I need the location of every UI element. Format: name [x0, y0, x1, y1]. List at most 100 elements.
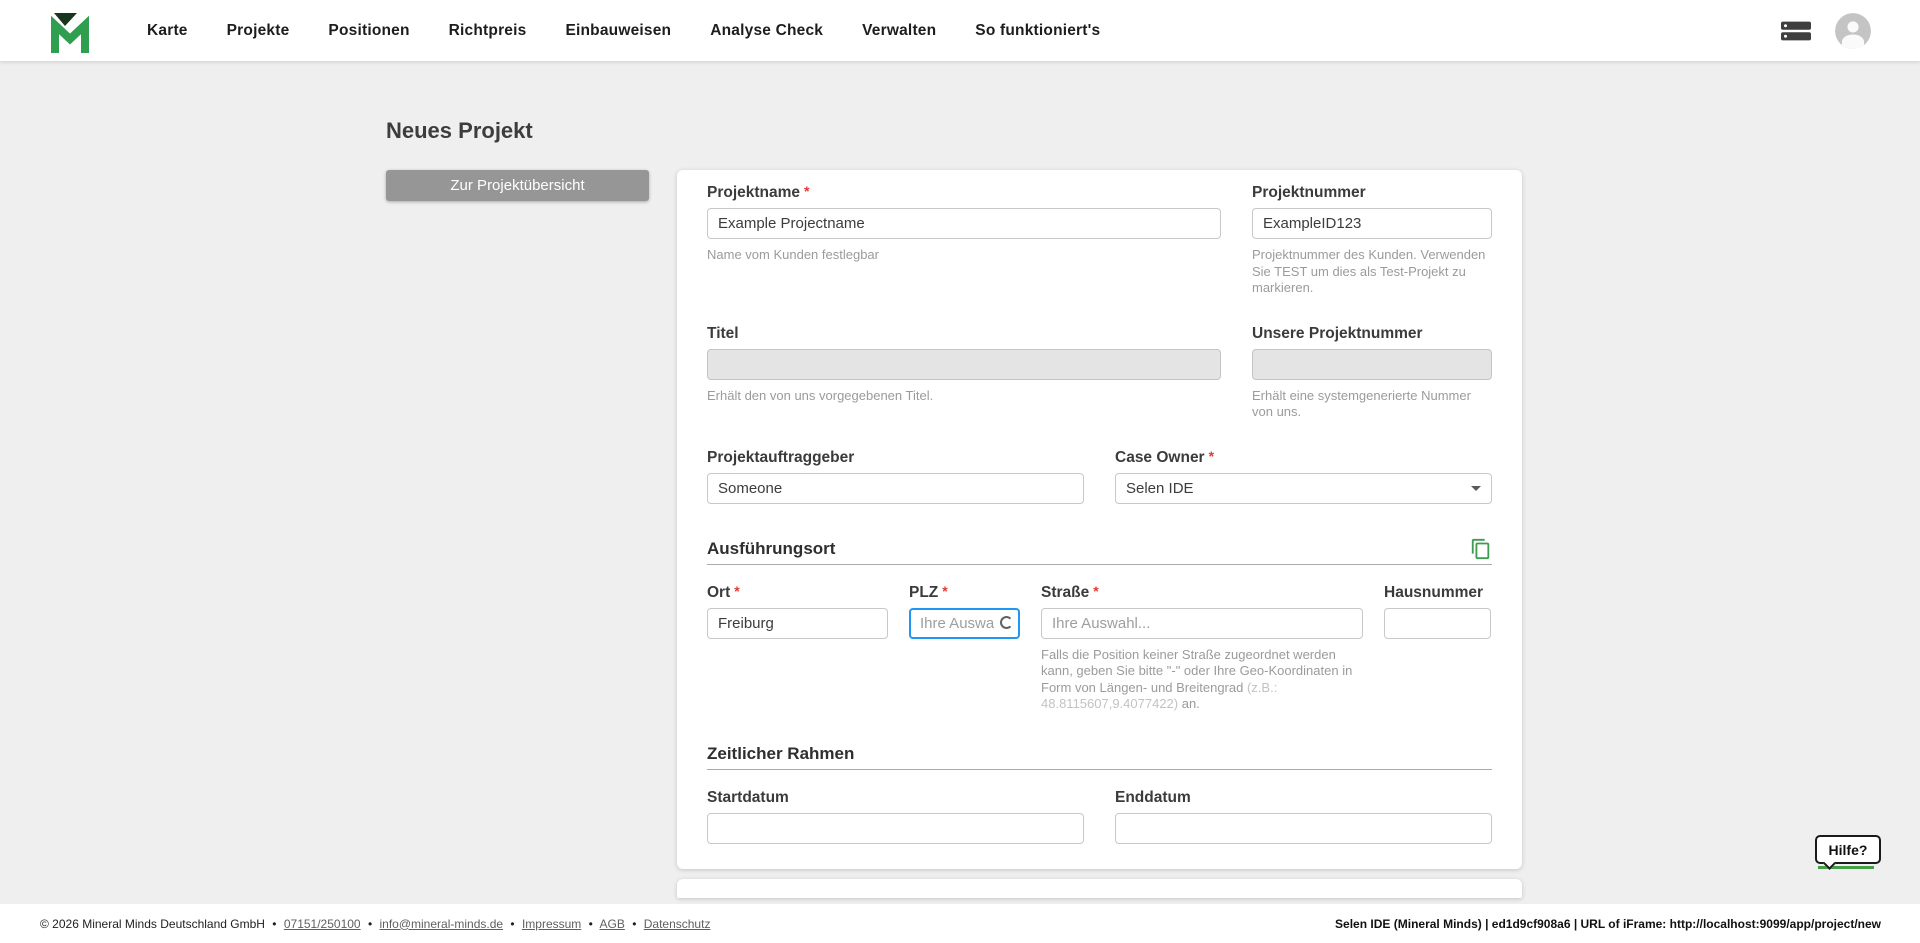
projektauftraggeber-label: Projektauftraggeber [707, 448, 855, 466]
help-button[interactable]: Hilfe? [1815, 835, 1881, 870]
footer-link-email[interactable]: info@mineral-minds.de [379, 917, 503, 931]
zeitlicher-rahmen-section-header: Zeitlicher Rahmen [707, 744, 1492, 764]
copy-icon[interactable] [1470, 538, 1492, 560]
strasse-helper: Falls die Position keiner Straße zugeord… [1041, 647, 1363, 713]
nav-right-actions [1781, 12, 1871, 49]
main-nav: Karte Projekte Positionen Richtpreis Ein… [147, 22, 1100, 40]
case-owner-field: Case Owner * Selen IDE [1115, 447, 1492, 504]
strasse-helper-suffix: an. [1178, 696, 1200, 711]
required-asterisk: * [1093, 582, 1099, 599]
projektnummer-input[interactable] [1252, 208, 1492, 239]
zeitlicher-rahmen-title: Zeitlicher Rahmen [707, 743, 855, 763]
ort-input[interactable] [707, 607, 888, 639]
unsere-projektnummer-label: Unsere Projektnummer [1252, 324, 1423, 342]
strasse-label: Straße [1041, 583, 1090, 601]
page-title: Neues Projekt [386, 118, 533, 143]
hausnummer-label: Hausnummer [1384, 583, 1484, 601]
projektname-label: Projektname [707, 184, 801, 201]
separator: • [272, 916, 277, 931]
mineral-minds-logo-icon [51, 12, 89, 53]
startdatum-field: Startdatum [707, 789, 1084, 844]
footer-link-impressum[interactable]: Impressum [522, 917, 581, 931]
strasse-field: Straße * Falls die Position keiner Straß… [1041, 582, 1363, 713]
titel-label: Titel [707, 324, 739, 342]
footer-session-info: Selen IDE (Mineral Minds) | ed1d9cf908a6… [1335, 917, 1881, 931]
projektname-helper: Name vom Kunden festlegbar [707, 247, 879, 262]
ort-label: Ort [707, 583, 731, 601]
session-details: (Mineral Minds) | ed1d9cf908a6 | URL of … [1390, 916, 1881, 931]
nav-item-verwalten[interactable]: Verwalten [862, 22, 936, 40]
plz-field: PLZ * [909, 582, 1020, 713]
separator: • [510, 916, 515, 931]
startdatum-label: Startdatum [707, 788, 789, 806]
footer-link-datenschutz[interactable]: Datenschutz [644, 917, 711, 931]
form-row-titel-nummer: Titel Erhält den von uns vorgegebenen Ti… [707, 325, 1492, 421]
ort-field: Ort * [707, 582, 888, 713]
nav-item-positionen[interactable]: Positionen [328, 22, 409, 40]
form-row-dates: Startdatum Enddatum [707, 789, 1492, 844]
enddatum-field: Enddatum [1115, 789, 1492, 844]
projektauftraggeber-field: Projektauftraggeber [707, 449, 1084, 504]
nav-item-einbauweisen[interactable]: Einbauweisen [565, 22, 671, 40]
session-user: Selen IDE [1335, 916, 1391, 931]
chevron-down-icon [1471, 485, 1481, 491]
separator: • [632, 916, 637, 931]
brand-logo[interactable] [49, 9, 95, 53]
copyright-text: © 2026 Mineral Minds Deutschland GmbH [40, 916, 265, 931]
strasse-input[interactable] [1041, 607, 1363, 639]
projektnummer-field: Projektnummer Projektnummer des Kunden. … [1252, 184, 1492, 297]
hausnummer-input[interactable] [1384, 607, 1491, 639]
nav-item-analyse-check[interactable]: Analyse Check [710, 22, 823, 40]
projektname-input[interactable] [707, 208, 1221, 239]
required-asterisk: * [1208, 447, 1215, 464]
unsere-projektnummer-input [1252, 348, 1492, 380]
unsere-projektnummer-field: Unsere Projektnummer Erhält eine systemg… [1252, 325, 1492, 421]
unsere-projektnummer-helper: Erhält eine systemgenerierte Nummer von … [1252, 387, 1471, 420]
startdatum-input[interactable] [707, 812, 1084, 844]
form-row-address: Ort * PLZ * Straße * [707, 582, 1492, 713]
loading-spinner-icon [1000, 616, 1013, 629]
nav-item-projekte[interactable]: Projekte [227, 22, 290, 40]
case-owner-select[interactable]: Selen IDE [1115, 472, 1492, 504]
nav-item-so-funktionierts[interactable]: So funktioniert's [975, 22, 1100, 40]
projektauftraggeber-input[interactable] [707, 472, 1084, 504]
separator: • [588, 916, 593, 931]
required-asterisk: * [942, 582, 948, 599]
footer-link-agb[interactable]: AGB [600, 917, 625, 931]
person-icon [1835, 12, 1871, 49]
enddatum-label: Enddatum [1115, 788, 1191, 806]
case-owner-label: Case Owner [1115, 448, 1205, 466]
nav-item-richtpreis[interactable]: Richtpreis [449, 22, 527, 40]
titel-field: Titel Erhält den von uns vorgegebenen Ti… [707, 325, 1221, 421]
separator: • [367, 916, 373, 931]
top-navigation: Karte Projekte Positionen Richtpreis Ein… [0, 0, 1920, 61]
enddatum-input[interactable] [1115, 812, 1492, 844]
project-overview-button[interactable]: Zur Projektübersicht [386, 170, 649, 201]
secondary-card [677, 879, 1522, 898]
user-avatar[interactable] [1835, 12, 1871, 49]
required-asterisk: * [734, 582, 740, 599]
ausfuehrungsort-title: Ausführungsort [707, 538, 836, 558]
form-row-name-number: Projektname * Name vom Kunden festlegbar… [707, 184, 1492, 297]
ausfuehrungsort-section-header: Ausführungsort [707, 538, 1492, 560]
hausnummer-field: Hausnummer [1384, 584, 1491, 713]
required-asterisk: * [804, 183, 810, 199]
section-divider [707, 563, 1492, 565]
footer-link-phone[interactable]: 07151/250100 [284, 917, 361, 931]
footer-left: © 2026 Mineral Minds Deutschland GmbH • … [40, 917, 710, 931]
nav-item-karte[interactable]: Karte [147, 22, 188, 40]
strasse-helper-main: Falls die Position keiner Straße zugeord… [1041, 646, 1353, 695]
form-row-auftraggeber-owner: Projektauftraggeber Case Owner * Selen I… [707, 447, 1492, 504]
footer: © 2026 Mineral Minds Deutschland GmbH • … [0, 904, 1920, 943]
server-icon[interactable] [1781, 21, 1811, 41]
project-form-card: Projektname * Name vom Kunden festlegbar… [677, 170, 1522, 869]
projektnummer-helper: Projektnummer des Kunden. Verwenden Sie … [1252, 247, 1486, 295]
help-button-label: Hilfe? [1828, 841, 1868, 858]
titel-helper: Erhält den von uns vorgegebenen Titel. [707, 387, 934, 403]
projektnummer-label: Projektnummer [1252, 184, 1366, 201]
section-divider [707, 768, 1492, 770]
case-owner-value: Selen IDE [1126, 479, 1194, 497]
projektname-field: Projektname * Name vom Kunden festlegbar [707, 184, 1221, 297]
titel-input [707, 348, 1221, 380]
plz-label: PLZ [909, 583, 939, 601]
